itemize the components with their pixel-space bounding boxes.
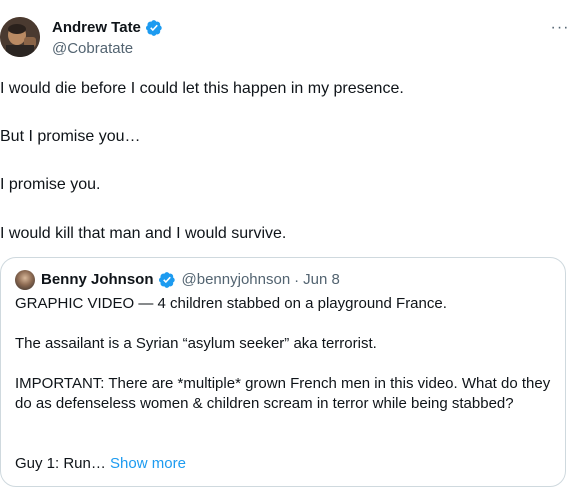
- quoted-tweet-text: Guy 1: Run…: [15, 455, 106, 472]
- more-options-button[interactable]: ···: [548, 16, 572, 40]
- author-display-name[interactable]: Andrew Tate: [52, 18, 141, 38]
- quoted-tweet-date[interactable]: Jun 8: [303, 270, 340, 290]
- separator-dot: ·: [294, 271, 300, 289]
- show-more-link[interactable]: Show more: [110, 455, 186, 472]
- author-handle[interactable]: @Cobratate: [52, 39, 133, 59]
- quoted-tweet-card[interactable]: Benny Johnson @bennyjohnson · Jun 8 GRAP…: [0, 257, 566, 487]
- tweet: Andrew Tate @Cobratate ··· I would die b…: [0, 0, 576, 487]
- author-avatar[interactable]: [0, 17, 40, 57]
- quoted-author-display-name[interactable]: Benny Johnson: [41, 270, 154, 290]
- quoted-tweet-paragraph-last: Guy 1: Run… Show more: [15, 454, 555, 474]
- more-horizontal-icon: ···: [550, 19, 570, 36]
- verified-badge-icon[interactable]: [158, 271, 176, 289]
- author-name-row: Andrew Tate: [52, 18, 163, 38]
- quoted-tweet-header: Benny Johnson @bennyjohnson · Jun 8: [15, 270, 340, 290]
- verified-badge-icon[interactable]: [145, 19, 163, 37]
- quoted-tweet-paragraph: GRAPHIC VIDEO — 4 children stabbed on a …: [15, 295, 447, 312]
- tweet-text-line: I would die before I could let this happ…: [0, 80, 404, 97]
- quoted-author-handle[interactable]: @bennyjohnson: [182, 270, 291, 290]
- quoted-tweet-paragraph: IMPORTANT: There are *multiple* grown Fr…: [15, 375, 551, 412]
- tweet-text-line: I promise you.: [0, 176, 101, 193]
- tweet-text-line: I would kill that man and I would surviv…: [0, 225, 287, 242]
- tweet-text-line: But I promise you…: [0, 128, 141, 145]
- quoted-tweet-paragraph: The assailant is a Syrian “asylum seeker…: [15, 335, 377, 352]
- quoted-author-avatar[interactable]: [15, 270, 35, 290]
- author-avatar-image: [0, 17, 40, 57]
